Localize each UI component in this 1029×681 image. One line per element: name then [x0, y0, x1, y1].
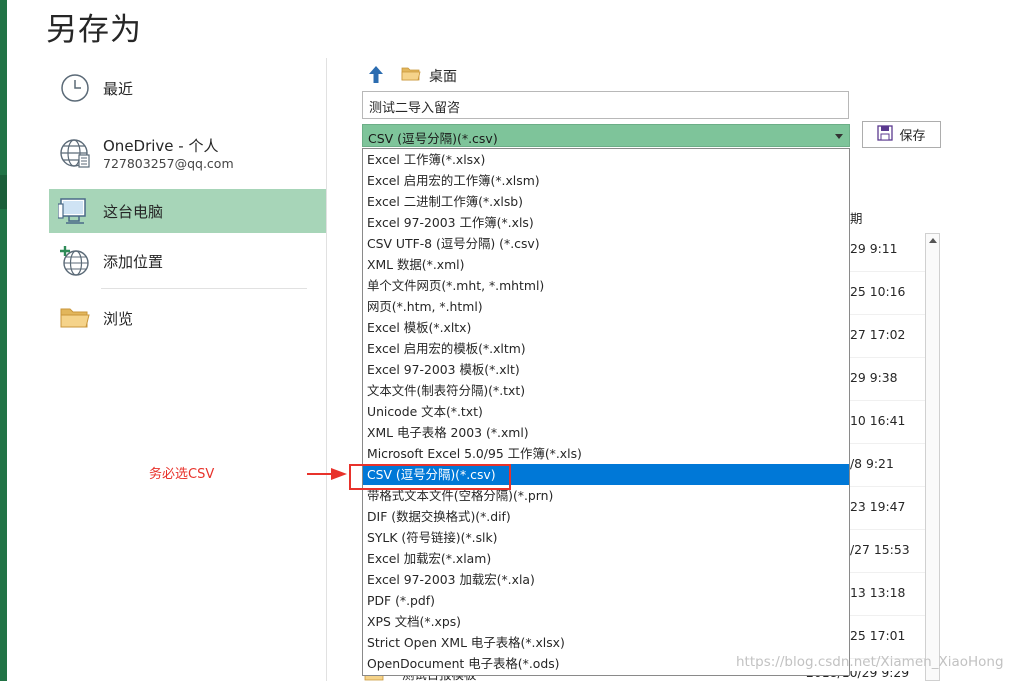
scroll-up-icon[interactable]	[929, 238, 937, 243]
accent-strip-marker	[0, 175, 7, 209]
breadcrumb: 桌面	[367, 65, 457, 87]
filetype-option[interactable]: Excel 97-2003 工作簿(*.xls)	[363, 212, 849, 233]
file-list-date[interactable]: /8 9:21	[850, 456, 930, 471]
file-list-date[interactable]: 10 16:41	[850, 413, 930, 428]
save-button-label: 保存	[899, 129, 926, 144]
filetype-option[interactable]: CSV UTF-8 (逗号分隔) (*.csv)	[363, 233, 849, 254]
filetype-option[interactable]: Excel 97-2003 加载宏(*.xla)	[363, 569, 849, 590]
file-list-row-divider	[850, 357, 925, 358]
nav-this-pc[interactable]: 这台电脑	[49, 189, 326, 233]
file-list-scrollbar[interactable]	[925, 233, 940, 681]
nav-onedrive-account: 727803257@qq.com	[103, 156, 234, 171]
filetype-option[interactable]: Unicode 文本(*.txt)	[363, 401, 849, 422]
nav-recent-label: 最近	[103, 79, 134, 98]
filetype-option[interactable]: XPS 文档(*.xps)	[363, 611, 849, 632]
save-button[interactable]: 保存	[862, 121, 941, 148]
filetype-select[interactable]: CSV (逗号分隔)(*.csv)	[362, 124, 850, 147]
app-accent-strip	[0, 0, 7, 681]
computer-icon	[53, 193, 97, 229]
file-list-date[interactable]: 25 10:16	[850, 284, 930, 299]
filetype-option[interactable]: Excel 97-2003 模板(*.xlt)	[363, 359, 849, 380]
file-list-row-divider	[850, 314, 925, 315]
filetype-option[interactable]: Microsoft Excel 5.0/95 工作簿(*.xls)	[363, 443, 849, 464]
nav-browse-label: 浏览	[103, 309, 134, 328]
file-list-row-divider	[850, 615, 925, 616]
file-list-row-divider	[850, 529, 925, 530]
nav-divider	[101, 288, 307, 289]
filetype-option[interactable]: Excel 模板(*.xltx)	[363, 317, 849, 338]
watermark: https://blog.csdn.net/Xiamen_XiaoHong	[736, 654, 1004, 670]
file-list-date[interactable]: 25 17:01	[850, 628, 930, 643]
nav-this-pc-label: 这台电脑	[103, 202, 164, 221]
file-list-date[interactable]: 13 13:18	[850, 585, 930, 600]
filetype-option[interactable]: PDF (*.pdf)	[363, 590, 849, 611]
folder-icon	[53, 300, 97, 336]
add-location-icon	[53, 243, 97, 279]
file-list-date[interactable]: 29 9:11	[850, 241, 930, 256]
filetype-option[interactable]: XML 数据(*.xml)	[363, 254, 849, 275]
file-list-date[interactable]: /27 15:53	[850, 542, 930, 557]
file-list-date[interactable]: 23 19:47	[850, 499, 930, 514]
file-list-date[interactable]: 29 9:38	[850, 370, 930, 385]
chevron-down-icon	[835, 134, 843, 139]
annotation-highlight-box	[349, 464, 511, 490]
nav-onedrive[interactable]: OneDrive - 个人 727803257@qq.com	[49, 130, 326, 176]
filetype-option[interactable]: XML 电子表格 2003 (*.xml)	[363, 422, 849, 443]
nav-browse[interactable]: 浏览	[49, 299, 326, 337]
filetype-option[interactable]: Excel 二进制工作簿(*.xlsb)	[363, 191, 849, 212]
file-list-row-divider	[850, 572, 925, 573]
filename-input[interactable]: 测试二导入留咨	[362, 91, 849, 119]
clock-icon	[53, 70, 97, 106]
filetype-option[interactable]: Strict Open XML 电子表格(*.xlsx)	[363, 632, 849, 653]
pane-divider	[326, 58, 327, 681]
breadcrumb-folder-label[interactable]: 桌面	[429, 66, 457, 86]
filetype-option[interactable]: Excel 启用宏的模板(*.xltm)	[363, 338, 849, 359]
filetype-selected-value: CSV (逗号分隔)(*.csv)	[368, 131, 498, 146]
file-list-date[interactable]: 27 17:02	[850, 327, 930, 342]
nav-add-location[interactable]: 添加位置	[49, 241, 326, 281]
filetype-option[interactable]: 单个文件网页(*.mht, *.mhtml)	[363, 275, 849, 296]
file-list-row-divider	[850, 400, 925, 401]
file-list-header-date: 期	[850, 211, 863, 226]
filetype-option[interactable]: Excel 工作簿(*.xlsx)	[363, 149, 849, 170]
nav-onedrive-label: OneDrive - 个人	[103, 137, 219, 155]
filetype-option[interactable]: 网页(*.htm, *.html)	[363, 296, 849, 317]
up-arrow-icon[interactable]	[367, 64, 385, 88]
filetype-option[interactable]: SYLK (符号链接)(*.slk)	[363, 527, 849, 548]
filetype-option[interactable]: 文本文件(制表符分隔)(*.txt)	[363, 380, 849, 401]
file-list-row-divider	[850, 443, 925, 444]
folder-icon	[401, 66, 421, 86]
nav-add-location-label: 添加位置	[103, 252, 164, 271]
filetype-dropdown-list: Excel 工作簿(*.xlsx) Excel 启用宏的工作簿(*.xlsm) Ex…	[362, 148, 850, 676]
filetype-option[interactable]: Excel 启用宏的工作簿(*.xlsm)	[363, 170, 849, 191]
filetype-option[interactable]: DIF (数据交换格式)(*.dif)	[363, 506, 849, 527]
file-list-row-divider	[850, 271, 925, 272]
annotation-note: 务必选CSV	[149, 467, 215, 482]
nav-recent[interactable]: 最近	[49, 68, 326, 108]
filetype-option[interactable]: Excel 加载宏(*.xlam)	[363, 548, 849, 569]
globe-icon	[53, 135, 97, 171]
save-icon	[877, 124, 894, 145]
page-title: 另存为	[46, 12, 142, 48]
file-list-row-divider	[850, 486, 925, 487]
annotation-arrow-icon	[307, 468, 347, 480]
